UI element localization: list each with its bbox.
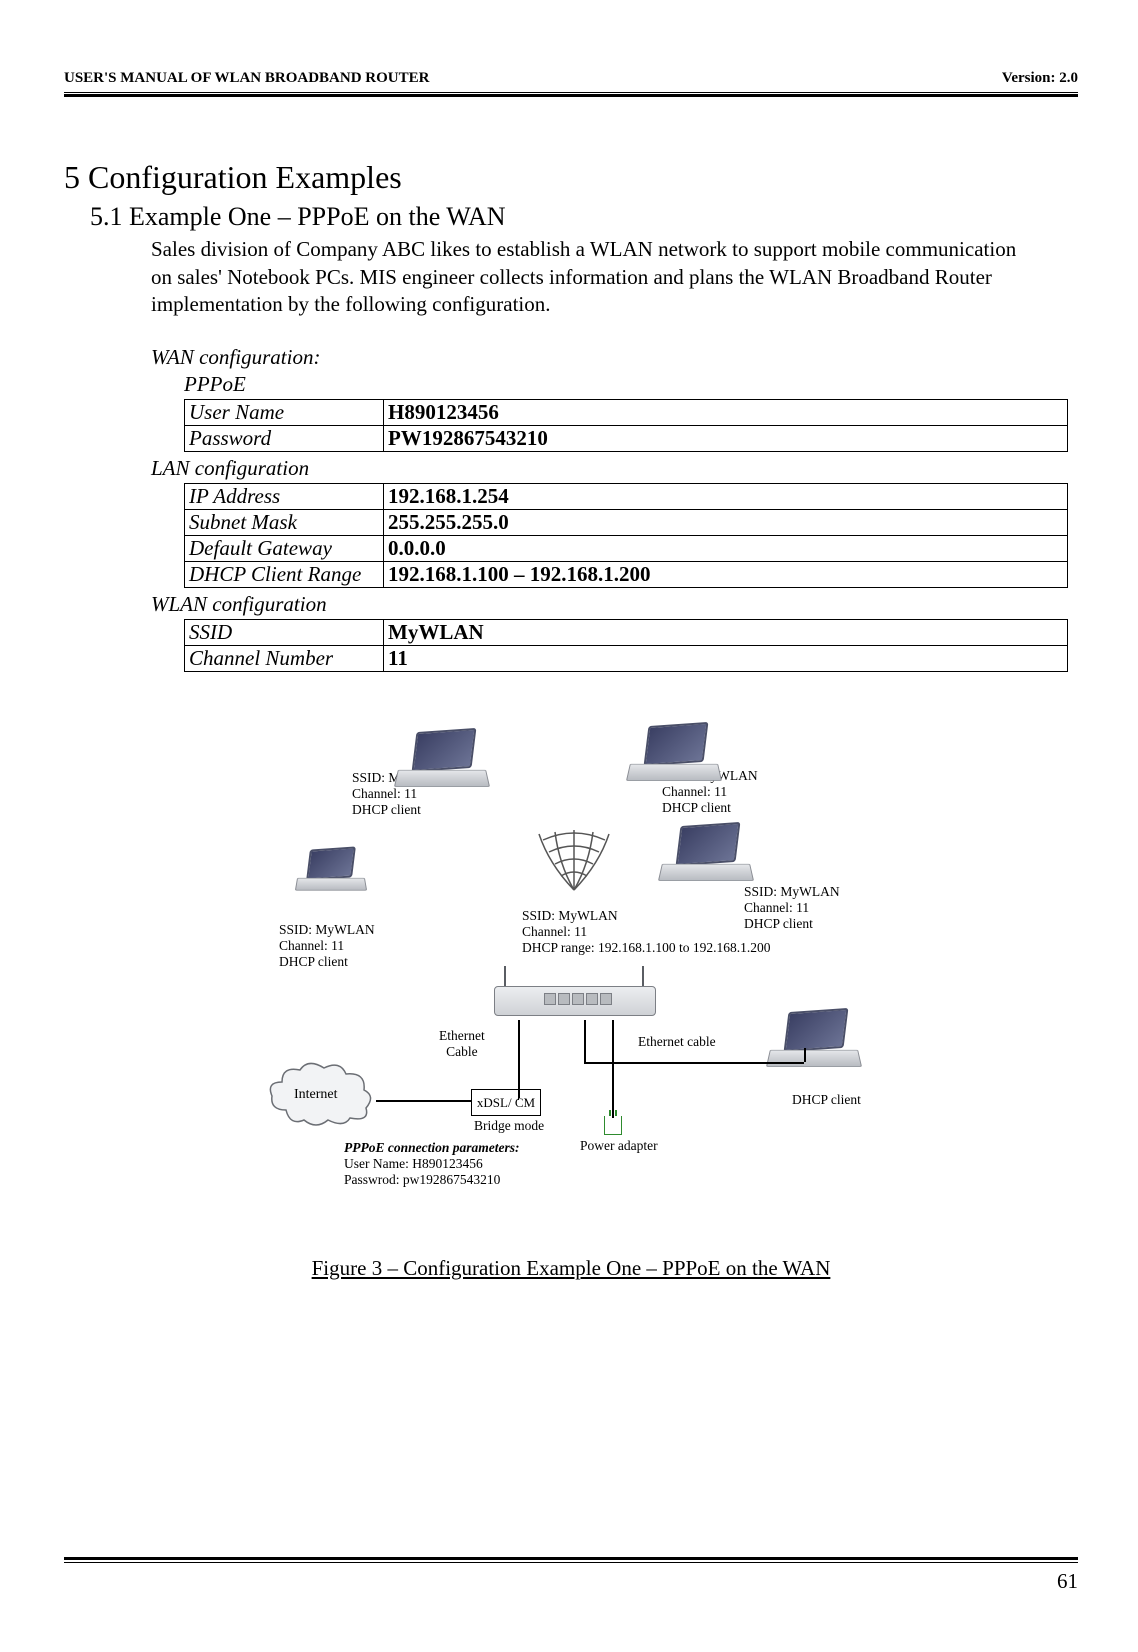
wan-subheading: PPPoE [184,372,1078,397]
connector-line [376,1100,471,1102]
intro-paragraph: Sales division of Company ABC likes to e… [151,236,1038,319]
header-left: USER'S MANUAL OF WLAN BROADBAND ROUTER [64,70,429,87]
pppoe-pass: Passwrod: pw192867543210 [344,1172,520,1188]
radio-waves-icon [519,824,629,894]
lan-range-label: DHCP Client Range [185,562,384,588]
router-channel: Channel: 11 [522,924,771,940]
lan-range-value: 192.168.1.100 – 192.168.1.200 [384,562,1068,588]
footer-rule-thin [64,1562,1078,1563]
table-row: DHCP Client Range 192.168.1.100 – 192.16… [185,562,1068,588]
wired-client-label: DHCP client [792,1092,861,1108]
connector-line [612,1020,614,1118]
table-row: User Name H890123456 [185,400,1068,426]
wlan-heading: WLAN configuration [151,592,1078,617]
router-icon [494,972,654,1018]
wan-pass-label: Password [185,426,384,452]
connector-line [584,1062,804,1064]
chapter-heading: 5 Configuration Examples [64,159,1078,196]
section-heading: 5.1 Example One – PPPoE on the WAN [90,202,1078,232]
client3-dhcp: DHCP client [279,954,375,970]
client2-dhcp: DHCP client [662,800,758,816]
bridge-mode-label: Bridge mode [474,1118,544,1134]
wlan-ch-label: Channel Number [185,646,384,672]
client4-ssid: SSID: MyWLAN [744,884,840,900]
footer-rule-thick [64,1557,1078,1560]
lan-mask-label: Subnet Mask [185,510,384,536]
lan-ip-label: IP Address [185,484,384,510]
power-plug-icon [604,1116,622,1135]
table-row: Channel Number 11 [185,646,1068,672]
laptop-icon [624,724,720,794]
router-range: DHCP range: 192.168.1.100 to 192.168.1.2… [522,940,771,956]
lan-gw-value: 0.0.0.0 [384,536,1068,562]
laptop-icon [292,848,368,900]
connector-line [518,1020,520,1098]
table-row: Default Gateway 0.0.0.0 [185,536,1068,562]
network-diagram: SSID: MyWLAN Channel: 11 DHCP client SSI… [244,730,964,1222]
header-rule-thick [64,94,1078,97]
wlan-ch-value: 11 [384,646,1068,672]
wan-table: User Name H890123456 Password PW19286754… [184,399,1068,452]
xdsl-box: xDSL/ CM [471,1089,541,1116]
client3-ssid: SSID: MyWLAN [279,922,375,938]
page-header: USER'S MANUAL OF WLAN BROADBAND ROUTER V… [64,70,1078,90]
client3-channel: Channel: 11 [279,938,375,954]
figure-caption: Figure 3 – Configuration Example One – P… [64,1256,1078,1281]
header-right: Version: 2.0 [1002,70,1078,87]
eth-cable-left-label: Ethernet Cable [439,1028,485,1060]
lan-gw-label: Default Gateway [185,536,384,562]
table-row: Subnet Mask 255.255.255.0 [185,510,1068,536]
router-label: SSID: MyWLAN Channel: 11 DHCP range: 192… [522,908,771,956]
lan-mask-value: 255.255.255.0 [384,510,1068,536]
wlan-ssid-value: MyWLAN [384,620,1068,646]
connector-line [584,1020,586,1062]
header-rule-thin [64,92,1078,93]
wlan-table: SSID MyWLAN Channel Number 11 [184,619,1068,672]
lan-heading: LAN configuration [151,456,1078,481]
lan-ip-value: 192.168.1.254 [384,484,1068,510]
wlan-ssid-label: SSID [185,620,384,646]
table-row: Password PW192867543210 [185,426,1068,452]
page-footer: 61 [64,1556,1078,1594]
laptop-icon [656,824,752,894]
laptop-icon [764,1010,860,1080]
xdsl-label: xDSL/ CM [477,1095,535,1111]
eth-cable-right-label: Ethernet cable [638,1034,716,1050]
wan-pass-value: PW192867543210 [384,426,1068,452]
wan-user-label: User Name [185,400,384,426]
laptop-icon [392,730,488,800]
page-number: 61 [64,1569,1078,1594]
router-ssid: SSID: MyWLAN [522,908,771,924]
wan-user-value: H890123456 [384,400,1068,426]
pppoe-user: User Name: H890123456 [344,1156,520,1172]
power-label: Power adapter [580,1138,658,1154]
connector-line [804,1048,806,1062]
lan-table: IP Address 192.168.1.254 Subnet Mask 255… [184,483,1068,588]
pppoe-title: PPPoE connection parameters: [344,1140,520,1156]
table-row: SSID MyWLAN [185,620,1068,646]
pppoe-params: PPPoE connection parameters: User Name: … [344,1140,520,1188]
wan-heading: WAN configuration: [151,345,1078,370]
client1-dhcp: DHCP client [352,802,448,818]
internet-label: Internet [294,1086,338,1104]
table-row: IP Address 192.168.1.254 [185,484,1068,510]
client3-label: SSID: MyWLAN Channel: 11 DHCP client [279,922,375,970]
